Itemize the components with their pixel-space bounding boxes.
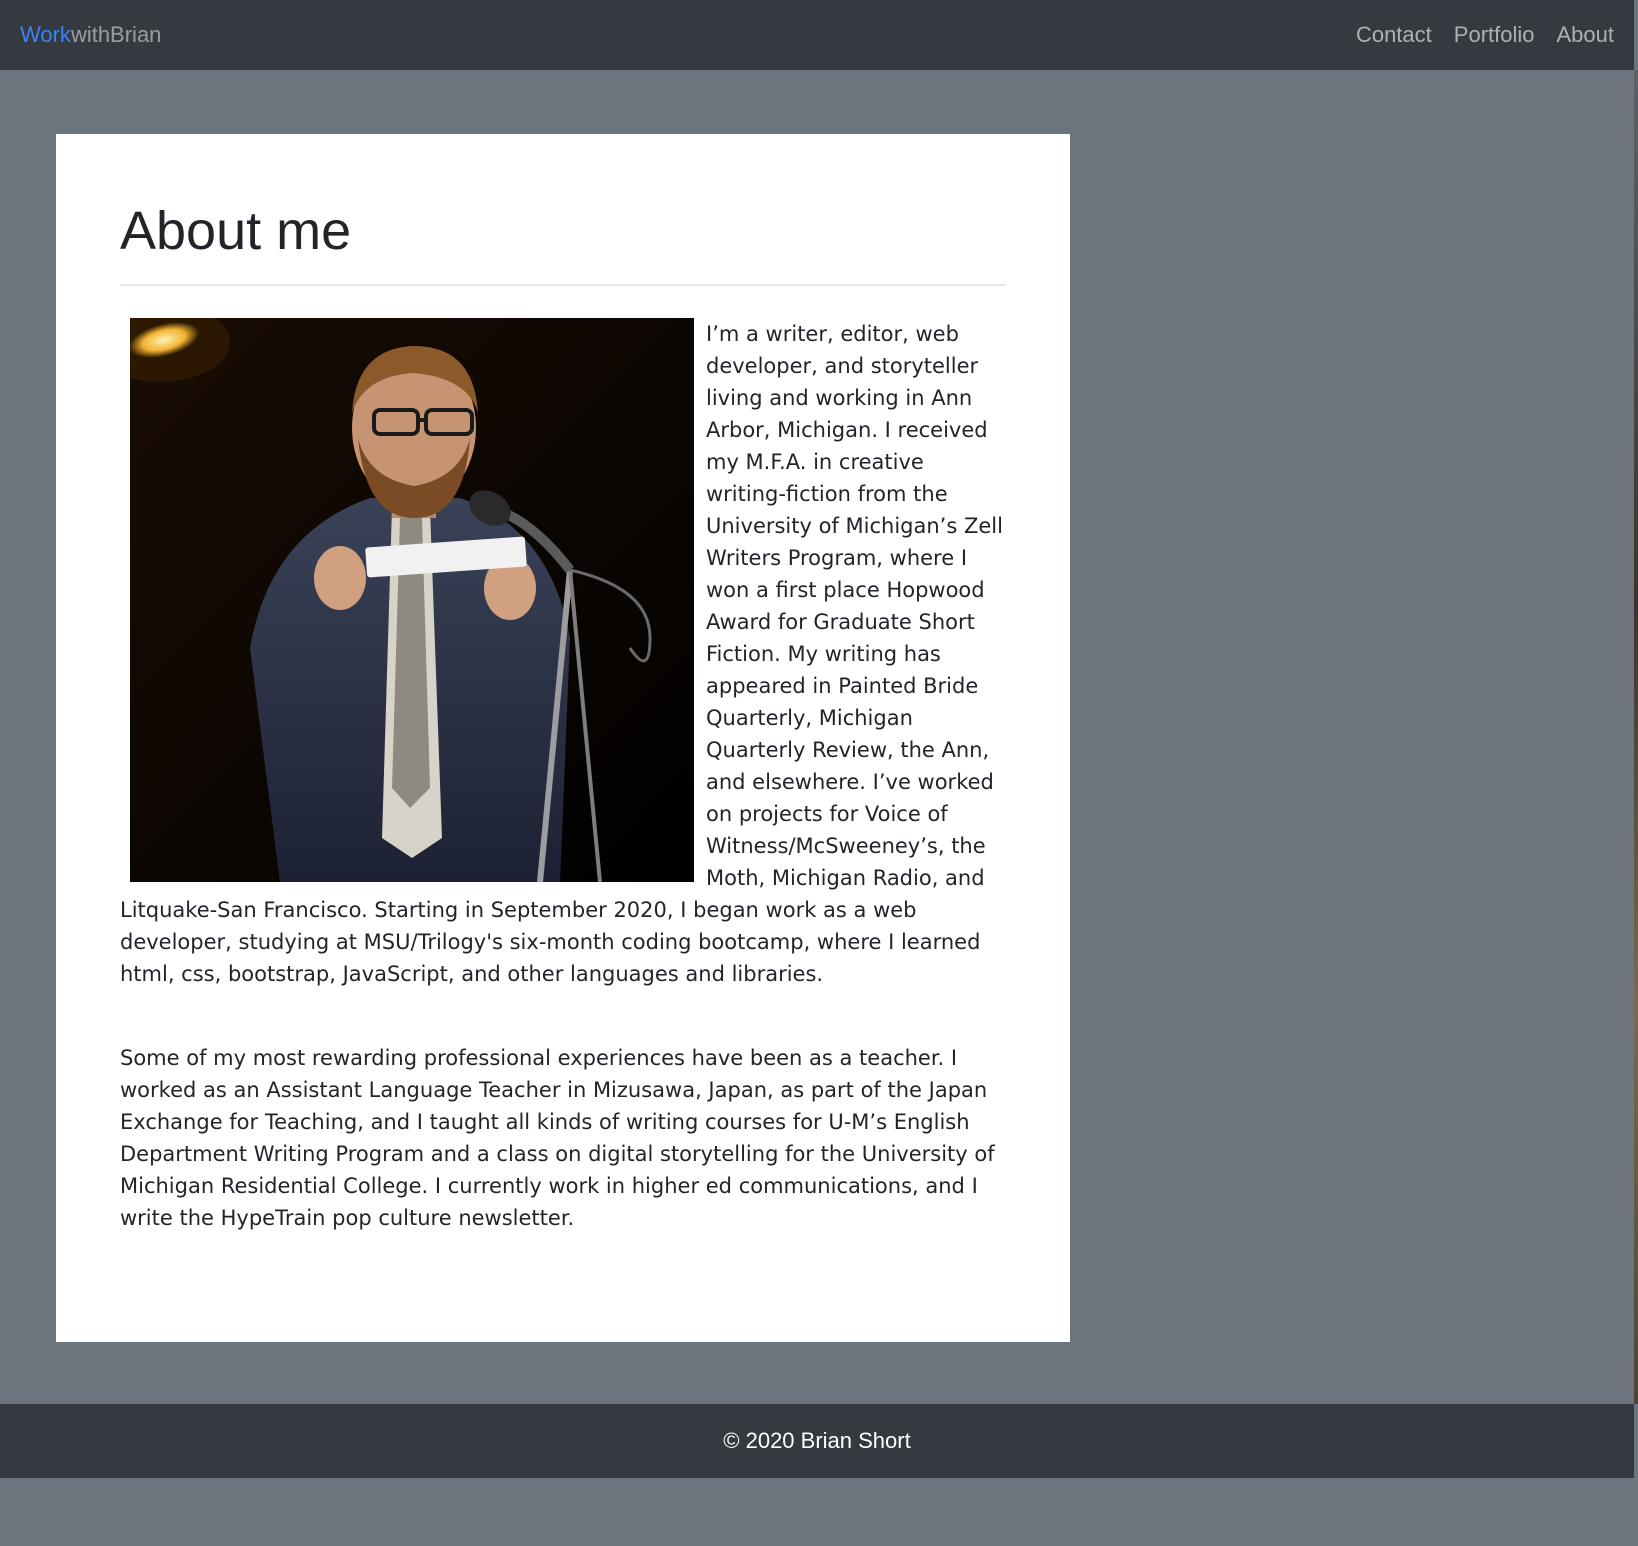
background-image-edge <box>1634 70 1638 1404</box>
nav-link-about[interactable]: About <box>1557 22 1615 48</box>
nav-link-contact[interactable]: Contact <box>1356 22 1432 48</box>
brand-rest-text: withBrian <box>70 22 162 47</box>
top-navbar: WorkwithBrian Contact Portfolio About <box>0 0 1634 70</box>
page-footer: © 2020 Brian Short <box>0 1404 1634 1478</box>
profile-photo <box>130 318 694 883</box>
footer-copyright: © 2020 Brian Short <box>723 1428 911 1453</box>
profile-photo-illustration <box>130 318 694 883</box>
brand-accent-text: Work <box>20 22 71 47</box>
nav-links: Contact Portfolio About <box>1356 22 1614 48</box>
brand-logo-link[interactable]: WorkwithBrian <box>20 22 161 48</box>
about-card: About me I’m a writer, editor, web devel… <box>56 134 1070 1342</box>
nav-link-portfolio[interactable]: Portfolio <box>1454 22 1535 48</box>
page-title: About me <box>120 201 352 261</box>
title-divider <box>120 284 1006 287</box>
bio-paragraph-2: Some of my most rewarding professional e… <box>120 1046 995 1231</box>
